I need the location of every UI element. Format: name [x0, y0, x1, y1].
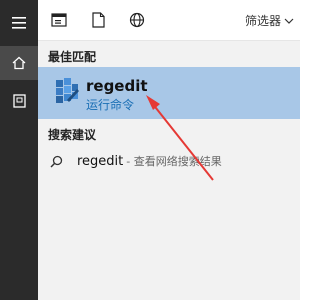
hamburger-menu-icon	[12, 17, 26, 29]
best-match-result[interactable]: regedit 运行命令	[38, 67, 300, 119]
documents-filter-button[interactable]	[87, 9, 109, 31]
apps-icon	[51, 13, 67, 27]
app-name: regedit	[86, 77, 148, 95]
search-icon	[50, 155, 63, 168]
home-button[interactable]	[0, 46, 38, 80]
apps-filter-button[interactable]	[48, 9, 70, 31]
app-type: 运行命令	[86, 98, 135, 112]
home-icon	[12, 56, 26, 70]
suggestion-term: regedit	[77, 153, 124, 169]
filter-dropdown[interactable]: 筛选器	[245, 12, 294, 29]
chevron-down-icon	[284, 18, 294, 24]
filter-label: 筛选器	[244, 14, 281, 28]
search-results-panel: 筛选器 最佳匹配 regedit 运行命令 搜索建议 regedit - 查看网…	[38, 0, 300, 300]
search-suggestion-item[interactable]: regedit - 查看网络搜索结果	[38, 147, 300, 175]
suggestion-description: - 查看网络搜索结果	[126, 155, 222, 168]
search-toolbar: 筛选器	[38, 0, 300, 41]
documents-icon	[91, 12, 105, 28]
menu-button[interactable]	[0, 6, 38, 40]
search-suggestions-heading: 搜索建议	[48, 128, 97, 142]
notebook-icon	[12, 94, 26, 108]
web-icon	[129, 12, 145, 28]
start-rail	[0, 0, 38, 300]
web-filter-button[interactable]	[126, 9, 148, 31]
regedit-icon	[56, 78, 79, 103]
notebook-button[interactable]	[0, 84, 38, 118]
best-match-heading: 最佳匹配	[48, 50, 97, 64]
